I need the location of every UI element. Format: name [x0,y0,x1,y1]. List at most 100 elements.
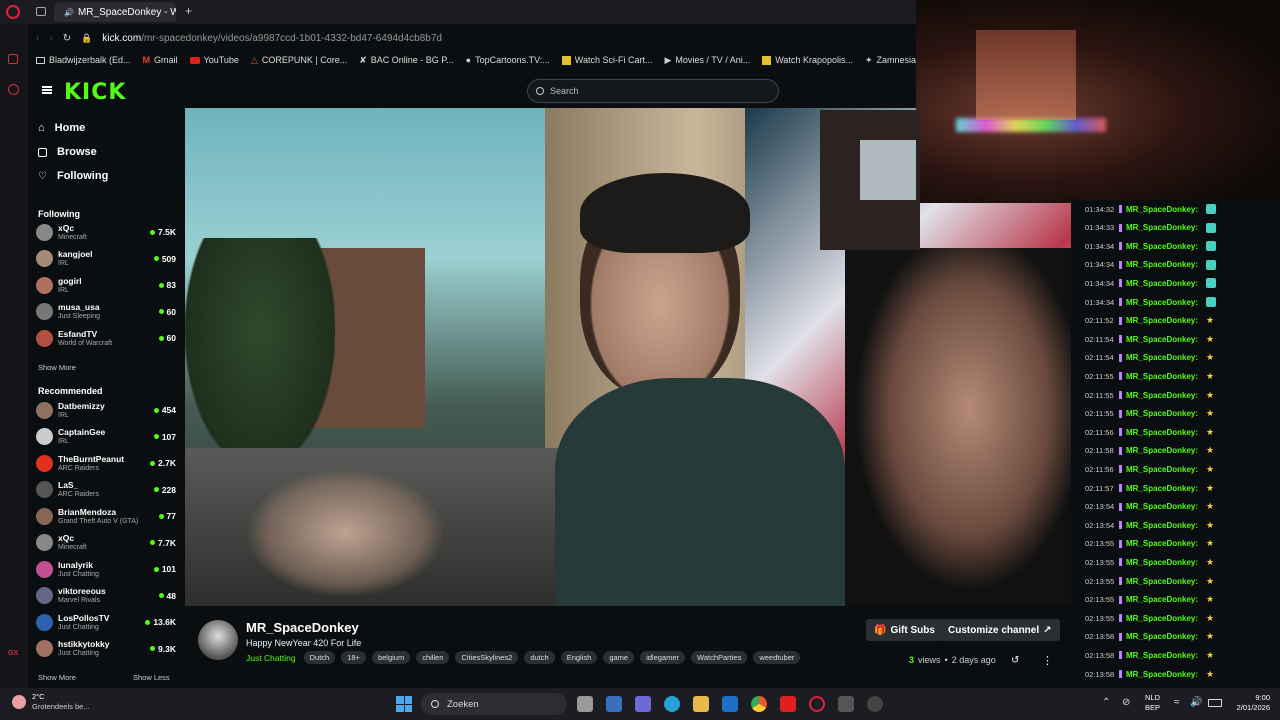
search-input[interactable]: Search [527,79,779,103]
taskbar-search[interactable]: Zoeken [421,693,567,715]
steam-icon[interactable] [867,696,883,712]
edge-icon[interactable] [664,696,680,712]
chat-username[interactable]: MR_SpaceDonkey: [1126,595,1198,604]
chat-username[interactable]: MR_SpaceDonkey: [1126,521,1198,530]
show-more-following[interactable]: Show More [38,363,76,372]
chat-username[interactable]: MR_SpaceDonkey: [1126,446,1198,455]
sidebar-channel[interactable]: viktoreeous Marvel Rivals 48 [36,584,176,608]
back-icon[interactable]: ‹ [36,33,39,44]
bookmark-item[interactable]: YouTube [189,55,239,65]
kick-logo[interactable]: KICK [64,80,126,105]
reload-icon[interactable]: ↻ [63,33,71,44]
customize-channel-button[interactable]: Customize channel ↗ [940,619,1060,641]
tag-chip[interactable]: belgium [371,651,411,664]
opera-icon[interactable] [6,5,20,19]
forward-icon[interactable]: › [49,33,52,44]
sidebar-channel[interactable]: LosPollosTV Just Chatting 13.6K [36,610,176,634]
show-less[interactable]: Show Less [133,673,170,682]
gx-icon[interactable]: GX [8,650,18,657]
chat-username[interactable]: MR_SpaceDonkey: [1126,484,1198,493]
sidebar-channel[interactable]: Datbemizzy IRL 454 [36,398,176,422]
sidebar-channel[interactable]: CaptainGee IRL 107 [36,425,176,449]
chat-username[interactable]: MR_SpaceDonkey: [1126,670,1198,679]
sidebar-channel[interactable]: BrianMendoza Grand Theft Auto V (GTA) 77 [36,504,176,528]
tag-chip[interactable]: Dutch [303,651,336,664]
nav-browse[interactable]: Browse [38,146,97,158]
chrome-icon[interactable] [751,696,767,712]
opera-gx-icon[interactable] [809,696,825,712]
chat-username[interactable]: MR_SpaceDonkey: [1126,502,1198,511]
teams-icon[interactable] [635,696,651,712]
chat-username[interactable]: MR_SpaceDonkey: [1126,409,1198,418]
youtube-app-icon[interactable] [780,696,796,712]
battery-icon[interactable] [1208,699,1222,707]
bookmark-item[interactable]: ▶ Movies / TV / Ani... [664,55,750,66]
chat-username[interactable]: MR_SpaceDonkey: [1126,223,1198,232]
nav-home[interactable]: ⌂ Home [38,122,85,134]
tag-chip[interactable]: CitiesSkylines2 [455,651,519,664]
nav-following[interactable]: ♡ Following [38,170,108,182]
more-options-icon[interactable]: ⋮ [1042,654,1053,667]
tabs-menu-icon[interactable] [36,7,46,16]
sidebar-channel[interactable]: LaS_ ARC Raiders 228 [36,478,176,502]
sidebar-channel[interactable]: xQc Minecraft 7.5K [36,220,176,244]
clock-icon[interactable] [8,84,19,95]
channel-avatar[interactable] [198,620,238,660]
chat-username[interactable]: MR_SpaceDonkey: [1126,558,1198,567]
chat-username[interactable]: MR_SpaceDonkey: [1126,242,1198,251]
chat-username[interactable]: MR_SpaceDonkey: [1126,335,1198,344]
tag-chip[interactable]: WatchParties [691,651,748,664]
opera-sidebar-icon[interactable] [8,54,18,64]
chat-username[interactable]: MR_SpaceDonkey: [1126,539,1198,548]
chat-username[interactable]: MR_SpaceDonkey: [1126,391,1198,400]
sidebar-channel[interactable]: hstikkytokky Just Chatting 9.3K [36,637,176,661]
wifi-icon[interactable]: ≈ [1174,697,1180,708]
explorer-icon[interactable] [693,696,709,712]
task-view-icon[interactable] [577,696,593,712]
network-off-icon[interactable]: ⊘ [1122,697,1130,708]
chat-username[interactable]: MR_SpaceDonkey: [1126,298,1198,307]
chat-username[interactable]: MR_SpaceDonkey: [1126,577,1198,586]
calculator-icon[interactable] [838,696,854,712]
sidebar-channel[interactable]: EsfandTV World of Warcraft 60 [36,326,176,350]
tag-chip[interactable]: chillen [416,651,450,664]
chat-username[interactable]: MR_SpaceDonkey: [1126,353,1198,362]
clock[interactable]: 9:00 2/01/2026 [1228,693,1270,713]
bookmark-item[interactable]: ✦ Zamnesia | [865,55,921,66]
language-indicator[interactable]: NLD BEP [1145,693,1160,713]
bookmark-item[interactable]: △ COREPUNK | Core... [251,55,347,66]
sidebar-channel[interactable]: xQc Minecraft 7.7K [36,531,176,555]
url-field[interactable]: kick.com/mr-spacedonkey/videos/a9987ccd-… [102,33,442,44]
browser-tab-active[interactable]: 🔊 MR_SpaceDonkey - Wa [54,2,176,22]
tag-chip[interactable]: weedtuber [753,651,801,664]
weather-widget[interactable]: 2°C Grotendeels be... [12,692,90,712]
chat-username[interactable]: MR_SpaceDonkey: [1126,465,1198,474]
sidebar-channel[interactable]: TheBurntPeanut ARC Raiders 2.7K [36,451,176,475]
sidebar-channel[interactable]: musa_usa Just Sleeping 60 [36,300,176,324]
chat-username[interactable]: MR_SpaceDonkey: [1126,632,1198,641]
tag-chip[interactable]: game [603,651,635,664]
category-link[interactable]: Just Chatting [246,653,296,663]
tag-chip[interactable]: dutch [524,651,555,664]
chat-username[interactable]: MR_SpaceDonkey: [1126,428,1198,437]
share-icon[interactable]: ↺ [1011,655,1019,666]
chat-username[interactable]: MR_SpaceDonkey: [1126,651,1198,660]
chat-username[interactable]: MR_SpaceDonkey: [1126,614,1198,623]
bookmark-item[interactable]: Watch Krapopolis... [762,55,853,65]
channel-name[interactable]: MR_SpaceDonkey [246,620,359,635]
chat-username[interactable]: MR_SpaceDonkey: [1126,372,1198,381]
show-more-recommended[interactable]: Show More [38,673,76,682]
tray-chevron-icon[interactable]: ⌃ [1102,697,1110,708]
sidebar-channel[interactable]: kangjoel IRL 509 [36,247,176,271]
bookmark-item[interactable]: M Gmail [143,55,178,65]
bookmark-item[interactable]: ✘ BAC Online - BG P... [359,55,453,66]
speaker-icon[interactable]: 🔊 [64,8,74,17]
windows-start-icon[interactable] [396,696,412,712]
tag-chip[interactable]: 18+ [341,651,366,664]
outlook-icon[interactable] [722,696,738,712]
chat-username[interactable]: MR_SpaceDonkey: [1126,260,1198,269]
tag-chip[interactable]: English [560,651,598,664]
tag-chip[interactable]: idlegamer [640,651,686,664]
volume-icon[interactable]: 🔊 [1190,697,1202,708]
sidebar-channel[interactable]: lunalyrik Just Chatting 101 [36,557,176,581]
